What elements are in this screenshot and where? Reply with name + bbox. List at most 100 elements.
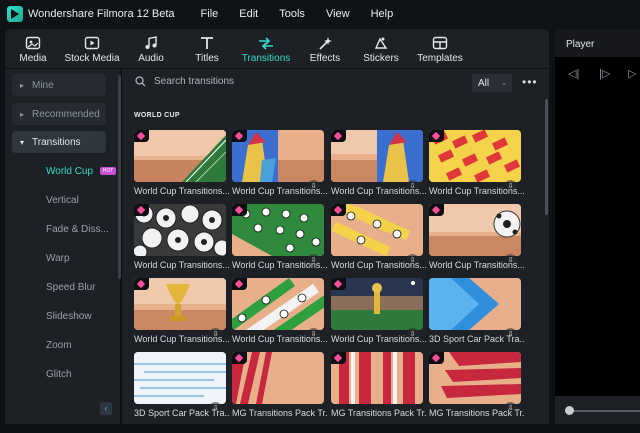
transition-card[interactable]: ⇩ World Cup Transitions...	[331, 278, 427, 345]
content-scrollbar[interactable]	[545, 99, 548, 215]
chevron-down-icon: ⌄	[501, 80, 507, 87]
menu-bar: File Edit Tools View Help	[201, 8, 415, 20]
sidebar-sub-glitch[interactable]: Glitch	[46, 369, 72, 380]
tab-stock-media-label: Stock Media	[64, 53, 120, 64]
premium-gem-icon	[134, 278, 149, 290]
card-title: World Cup Transitions...	[429, 260, 525, 270]
filmora-logo-icon	[7, 6, 23, 22]
premium-gem-icon	[331, 278, 346, 290]
search-icon	[135, 76, 146, 87]
transition-card[interactable]: ⇩ World Cup Transitions...	[331, 204, 427, 271]
stickers-icon	[374, 37, 388, 49]
next-frame-icon[interactable]: ▷	[628, 67, 636, 80]
search-input[interactable]: Search transitions	[135, 76, 234, 87]
card-title: 3D Sport Car Pack Tra...	[429, 334, 525, 344]
transition-thumbnail	[429, 278, 521, 330]
card-title: World Cup Transitions...	[232, 334, 328, 344]
app-title: Wondershare Filmora 12 Beta	[28, 8, 175, 20]
transition-card[interactable]: ⇩ World Cup Transitions...	[134, 278, 230, 345]
sidebar-sub-fade-dissolve[interactable]: Fade & Diss...	[46, 224, 109, 235]
premium-gem-icon	[331, 352, 346, 364]
menu-edit[interactable]: Edit	[239, 8, 258, 20]
transition-card[interactable]: ⇩ World Cup Transitions...	[232, 130, 328, 197]
card-title: MG Transitions Pack Tr...	[232, 408, 328, 418]
premium-gem-icon	[331, 204, 346, 216]
filter-value: All	[478, 77, 490, 89]
premium-gem-icon	[429, 204, 444, 216]
tab-transitions-label: Transitions	[241, 53, 291, 64]
transition-card[interactable]: ⇩ 3D Sport Car Pack Tra...	[429, 278, 525, 345]
premium-gem-icon	[331, 130, 346, 142]
sidebar-sub-zoom[interactable]: Zoom	[46, 340, 72, 351]
transitions-icon	[259, 37, 273, 50]
sidebar-sub-warp[interactable]: Warp	[46, 253, 70, 264]
premium-gem-icon	[232, 278, 247, 290]
media-icon	[25, 36, 41, 50]
tab-media[interactable]: Media	[5, 29, 61, 68]
player-panel: Player ◁| |▷ ▷	[555, 29, 640, 424]
card-title: World Cup Transitions...	[134, 186, 230, 196]
transition-card[interactable]: ⇩ 3D Sport Car Pack Tra...	[134, 352, 230, 419]
tab-audio[interactable]: Audio	[123, 29, 179, 68]
player-viewport	[555, 57, 640, 396]
play-icon[interactable]: |▷	[599, 67, 610, 80]
premium-gem-icon	[232, 130, 247, 142]
menu-view[interactable]: View	[326, 8, 350, 20]
transition-card[interactable]: MG Transitions Pack Tr...	[232, 352, 328, 419]
stock-media-icon	[84, 36, 100, 50]
menu-tools[interactable]: Tools	[279, 8, 305, 20]
tab-titles-label: Titles	[195, 53, 219, 64]
tab-stock-media[interactable]: Stock Media	[61, 29, 123, 68]
sidebar-item-mine[interactable]: ▸ Mine	[12, 74, 106, 96]
tab-transitions[interactable]: Transitions	[235, 29, 297, 68]
previous-frame-icon[interactable]: ◁|	[568, 67, 579, 80]
filter-dropdown[interactable]: All ⌄	[472, 74, 512, 92]
sidebar-item-label: Transitions	[32, 136, 81, 148]
transition-card[interactable]: ⇩ MG Transitions Pack Tr...	[429, 352, 525, 419]
menu-file[interactable]: File	[201, 8, 219, 20]
premium-gem-icon	[232, 352, 247, 364]
templates-icon	[432, 36, 448, 50]
premium-gem-icon	[134, 204, 149, 216]
title-bar: Wondershare Filmora 12 Beta File Edit To…	[0, 0, 640, 28]
card-title: World Cup Transitions...	[331, 186, 427, 196]
search-placeholder: Search transitions	[154, 76, 235, 87]
tab-stickers[interactable]: Stickers	[353, 29, 409, 68]
sidebar-item-recommended[interactable]: ▸ Recommended	[12, 103, 106, 125]
tab-effects[interactable]: Effects	[297, 29, 353, 68]
sidebar-scrollbar[interactable]	[118, 75, 121, 279]
tab-audio-label: Audio	[138, 53, 164, 64]
transition-card[interactable]: ⇩ World Cup Transitions...	[232, 204, 328, 271]
premium-gem-icon	[134, 130, 149, 142]
chevron-right-icon: ▸	[19, 80, 24, 90]
transition-card[interactable]: MG Transitions Pack Tr...	[331, 352, 427, 419]
hot-badge: HOT	[100, 167, 116, 175]
transition-card[interactable]: ⇩ World Cup Transitions...	[429, 204, 525, 271]
tab-templates[interactable]: Templates	[409, 29, 471, 68]
card-title: World Cup Transitions...	[134, 260, 230, 270]
effects-icon	[319, 37, 332, 50]
sidebar-sub-speed-blur[interactable]: Speed Blur	[46, 282, 95, 293]
transition-card[interactable]: ⇩ World Cup Transitions...	[429, 130, 525, 197]
collapse-sidebar-icon[interactable]: ‹	[100, 402, 112, 415]
premium-gem-icon	[429, 130, 444, 142]
sidebar-sub-world-cup[interactable]: World Cup	[46, 166, 93, 177]
tab-stickers-label: Stickers	[363, 53, 399, 64]
transition-card[interactable]: ⇩ World Cup Transitions...	[232, 278, 328, 345]
card-title: World Cup Transitions...	[232, 186, 328, 196]
player-progress-handle[interactable]	[565, 406, 574, 415]
sidebar-sub-slideshow[interactable]: Slideshow	[46, 311, 92, 322]
player-progress-track[interactable]	[569, 410, 640, 412]
transition-thumbnail	[134, 352, 226, 404]
tab-templates-label: Templates	[417, 53, 463, 64]
premium-gem-icon	[429, 352, 444, 364]
sidebar-sub-vertical[interactable]: Vertical	[46, 195, 79, 206]
transition-card[interactable]: World Cup Transitions...	[134, 204, 230, 271]
more-options-icon[interactable]: •••	[522, 75, 538, 89]
menu-help[interactable]: Help	[371, 8, 394, 20]
tab-titles[interactable]: Titles	[179, 29, 235, 68]
tab-effects-label: Effects	[309, 53, 341, 64]
sidebar-item-transitions[interactable]: ▾ Transitions	[12, 131, 106, 153]
transition-card[interactable]: ⇩ World Cup Transitions...	[331, 130, 427, 197]
transition-card[interactable]: World Cup Transitions...	[134, 130, 230, 197]
